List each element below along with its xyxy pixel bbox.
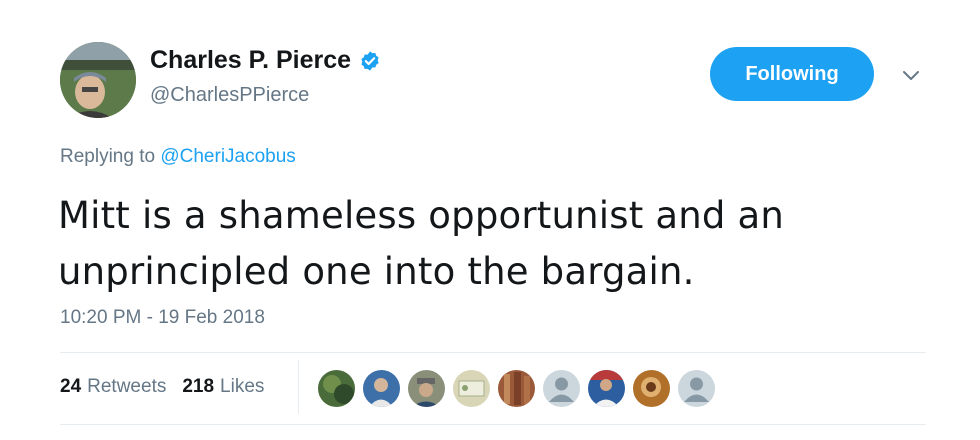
following-button[interactable]: Following [710, 47, 874, 101]
default-avatar-icon[interactable] [543, 370, 580, 407]
retweets-label: Retweets [87, 376, 167, 397]
retweets-stat[interactable]: 24 Retweets [60, 376, 166, 398]
default-avatar-icon[interactable] [678, 370, 715, 407]
stats-separator [298, 360, 299, 414]
retweets-count: 24 [60, 376, 82, 397]
author-avatar[interactable] [60, 42, 136, 118]
liker-avatar-8[interactable] [633, 370, 670, 407]
divider-top [60, 352, 926, 353]
replying-to-prefix: Replying to [60, 146, 161, 167]
author-name[interactable]: Charles P. Pierce [150, 46, 351, 75]
tweet-text: Mitt is a shameless opportunist and an u… [58, 194, 785, 293]
author-name-row[interactable]: Charles P. Pierce [150, 46, 381, 75]
liker-avatar-5[interactable] [498, 370, 535, 407]
reply-mention-link[interactable]: @CheriJacobus [160, 146, 295, 167]
likes-stat[interactable]: 218 Likes [182, 376, 264, 398]
divider-bottom [60, 424, 926, 425]
chevron-down-icon[interactable] [900, 64, 922, 86]
liker-avatar-4[interactable] [453, 370, 490, 407]
liker-avatar-2[interactable] [363, 370, 400, 407]
tweet-timestamp[interactable]: 10:20 PM - 19 Feb 2018 [60, 307, 265, 329]
author-handle[interactable]: @CharlesPPierce [150, 84, 309, 107]
liker-avatar-3[interactable] [408, 370, 445, 407]
liker-avatar-1[interactable] [318, 370, 355, 407]
likes-count: 218 [182, 376, 215, 397]
likers-avatars [318, 370, 715, 407]
verified-badge-icon [359, 50, 381, 72]
likes-label: Likes [220, 376, 265, 397]
liker-avatar-7[interactable] [588, 370, 625, 407]
tweet-stats: 24 Retweets 218 Likes [60, 376, 264, 398]
replying-to: Replying to @CheriJacobus [60, 146, 296, 168]
